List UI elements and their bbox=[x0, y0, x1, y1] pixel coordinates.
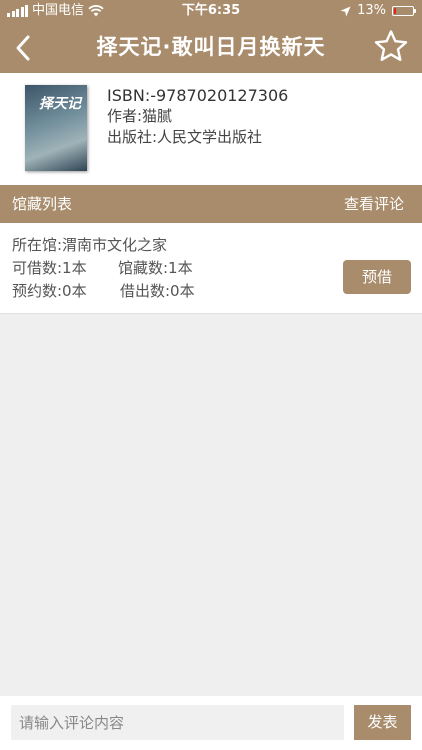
book-meta: ISBN:-9787020127306 作者:猫腻 出版社:人民文学出版社 bbox=[107, 85, 288, 148]
book-author: 作者:猫腻 bbox=[107, 107, 173, 125]
holding-reserved: 预约数:0本 bbox=[12, 282, 87, 300]
status-bar: 中国电信 下午6:35 13% bbox=[0, 0, 422, 22]
holding-total: 馆藏数:1本 bbox=[118, 259, 193, 277]
book-detail-page: 中国电信 下午6:35 13% 择天记·敢叫日月换新天 择天记 ISBN:-97… bbox=[0, 0, 422, 750]
holding-lent: 借出数:0本 bbox=[120, 282, 195, 300]
book-isbn: ISBN:-9787020127306 bbox=[107, 86, 289, 105]
holding-library: 所在馆:渭南市文化之家 bbox=[12, 236, 168, 254]
comment-bar: 发表 bbox=[0, 696, 422, 750]
battery-percent: 13% bbox=[357, 3, 386, 18]
holdings-header: 馆藏列表 查看评论 bbox=[0, 185, 422, 223]
nav-bar: 择天记·敢叫日月换新天 bbox=[0, 22, 422, 73]
holding-item: 所在馆:渭南市文化之家 可借数:1本 馆藏数:1本 预约数:0本 借出数:0本 … bbox=[0, 223, 422, 314]
holding-available: 可借数:1本 bbox=[12, 259, 87, 277]
publish-button[interactable]: 发表 bbox=[354, 705, 411, 740]
book-cover-title: 择天记 bbox=[39, 96, 81, 112]
view-comments-link[interactable]: 查看评论 bbox=[344, 185, 404, 223]
comment-input[interactable] bbox=[11, 705, 344, 740]
battery-icon bbox=[392, 6, 416, 16]
location-arrow-icon bbox=[340, 6, 351, 16]
reserve-button[interactable]: 预借 bbox=[343, 260, 411, 294]
star-outline-icon[interactable] bbox=[372, 28, 410, 66]
book-info: 择天记 ISBN:-9787020127306 作者:猫腻 出版社:人民文学出版… bbox=[0, 73, 422, 185]
header: 中国电信 下午6:35 13% 择天记·敢叫日月换新天 bbox=[0, 0, 422, 73]
holdings-title: 馆藏列表 bbox=[12, 195, 73, 213]
page-title: 择天记·敢叫日月换新天 bbox=[96, 35, 326, 59]
chevron-left-icon[interactable] bbox=[12, 34, 36, 62]
battery-level-fill bbox=[394, 8, 397, 14]
status-right: 13% bbox=[340, 0, 416, 22]
book-publisher: 出版社:人民文学出版社 bbox=[107, 128, 263, 146]
book-cover: 择天记 bbox=[25, 85, 87, 171]
